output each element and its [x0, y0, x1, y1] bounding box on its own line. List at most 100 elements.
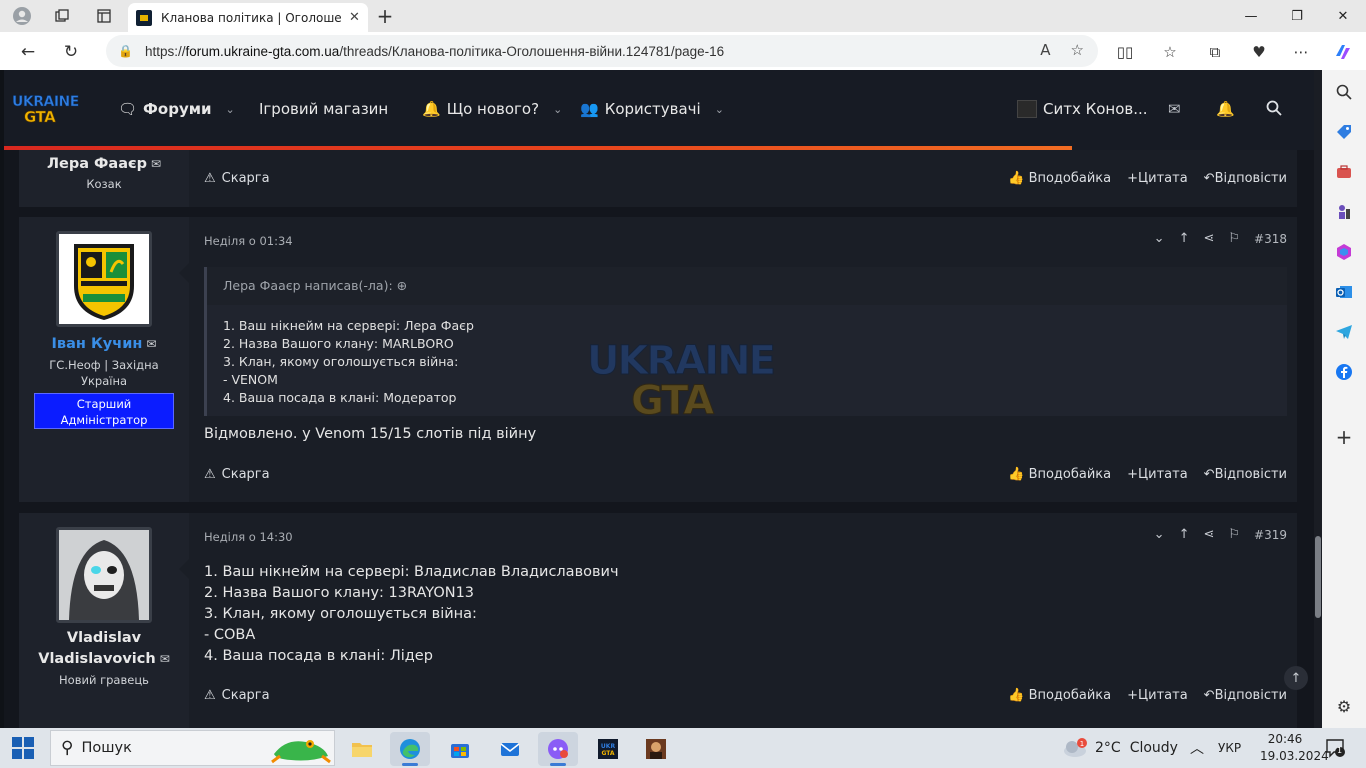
games-chess-icon[interactable] — [1332, 200, 1356, 224]
chevron-down-icon[interactable]: ⌄ — [715, 103, 724, 116]
game-launcher-icon[interactable]: UKR GTA — [588, 732, 628, 766]
lock-icon: 🔒 — [118, 44, 133, 58]
nav-whats-new[interactable]: 🔔 Що нового? ⌄ — [422, 100, 562, 118]
close-icon[interactable]: ✕ — [349, 10, 360, 25]
microsoft-store-icon[interactable] — [440, 732, 480, 766]
report-button[interactable]: ⚠ Скарга — [204, 688, 270, 703]
post-number[interactable]: #319 — [1254, 528, 1287, 542]
minimize-icon[interactable]: — — [1228, 0, 1274, 32]
windows-start-icon[interactable] — [12, 737, 34, 759]
site-logo[interactable]: UKRAINE GTA — [10, 94, 80, 128]
favorites-icon[interactable]: ☆ — [1157, 39, 1183, 65]
discord-icon[interactable] — [538, 732, 578, 766]
report-button[interactable]: ⚠ Скарга — [204, 171, 270, 186]
file-explorer-icon[interactable] — [342, 732, 382, 766]
quote-button[interactable]: +Цитата — [1127, 688, 1188, 703]
copilot-icon[interactable] — [1330, 39, 1356, 65]
address-bar-row: ← ↻ 🔒 https://forum.ukraine-gta.com.ua/t… — [0, 32, 1366, 70]
game-client-icon[interactable] — [636, 732, 676, 766]
post-username-line-2[interactable]: Vladislavovich ✉ — [19, 651, 189, 667]
post-footer: ⚠ Скарга 👍 Вподобайка +Цитата ↶Відповіст… — [204, 464, 1287, 484]
tools-briefcase-icon[interactable] — [1332, 160, 1356, 184]
new-tab-icon[interactable]: + — [373, 4, 397, 28]
avatar[interactable] — [56, 231, 152, 327]
envelope-icon[interactable]: ✉ — [146, 337, 156, 351]
nav-shop[interactable]: Ігровий магазин — [259, 100, 388, 118]
page-scrollbar[interactable] — [1314, 70, 1322, 728]
edge-browser-icon[interactable] — [390, 732, 430, 766]
like-button[interactable]: 👍 Вподобайка — [1008, 467, 1111, 482]
post-username[interactable]: Іван Кучин ✉ — [19, 336, 189, 352]
profile-icon[interactable] — [10, 4, 34, 28]
read-aloud-icon[interactable]: A — [1040, 41, 1050, 59]
close-window-icon[interactable]: ✕ — [1320, 0, 1366, 32]
search-icon[interactable] — [1266, 100, 1282, 120]
share-icon[interactable]: ⋖ — [1203, 231, 1214, 246]
quote-button[interactable]: +Цитата — [1127, 467, 1188, 482]
address-input[interactable]: 🔒 https://forum.ukraine-gta.com.ua/threa… — [106, 35, 1098, 67]
split-screen-icon[interactable]: ▯▯ — [1112, 39, 1138, 65]
nav-members[interactable]: 👥 Користувачі ⌄ — [580, 100, 724, 118]
taskbar-clock[interactable]: 20:46 19.03.2024 — [1260, 731, 1329, 765]
post-username[interactable]: Vladislav — [19, 630, 189, 646]
chevron-down-icon[interactable]: ⌄ — [226, 103, 235, 116]
share-icon[interactable]: ⋖ — [1203, 527, 1214, 542]
tab-actions-icon[interactable] — [92, 4, 116, 28]
like-button[interactable]: 👍 Вподобайка — [1008, 171, 1111, 186]
collections-add-icon[interactable]: ⧉ — [1202, 39, 1228, 65]
more-menu-icon[interactable]: ⋯ — [1288, 39, 1314, 65]
envelope-icon[interactable]: ✉ — [151, 157, 161, 171]
nav-forums[interactable]: 🗨 Форуми ⌄ — [118, 100, 235, 118]
like-button[interactable]: 👍 Вподобайка — [1008, 688, 1111, 703]
reply-button[interactable]: ↶Відповісти — [1204, 688, 1287, 703]
scrollbar-thumb[interactable] — [1315, 536, 1321, 618]
tab-title: Кланова політика | Оголошення війни — [161, 10, 341, 25]
post-date[interactable]: Неділя о 14:30 — [204, 530, 293, 544]
post-number[interactable]: #318 — [1254, 232, 1287, 246]
arrow-up-icon[interactable]: ↑ — [1179, 527, 1190, 542]
favorite-star-icon[interactable]: ☆ — [1071, 41, 1084, 59]
outlook-icon[interactable] — [1332, 280, 1356, 304]
restore-icon[interactable]: ❐ — [1274, 0, 1320, 32]
avatar[interactable] — [56, 527, 152, 623]
add-sidebar-app-icon[interactable]: + — [1332, 425, 1356, 449]
account-menu[interactable]: Ситх Конов... — [1017, 100, 1148, 118]
notification-center-icon[interactable]: 1 — [1324, 737, 1346, 759]
arrow-up-icon[interactable]: ↑ — [1179, 231, 1190, 246]
inbox-icon[interactable]: ✉ — [1168, 100, 1181, 118]
tray-overflow-chevron-up-icon[interactable]: ︿ — [1190, 728, 1204, 768]
chevron-down-circle-icon[interactable]: ⌄ — [1154, 231, 1165, 246]
back-icon[interactable]: ← — [15, 39, 41, 65]
post-username[interactable]: Лера Фааєр ✉ — [19, 156, 189, 172]
bookmark-icon[interactable]: ⚐ — [1228, 231, 1240, 246]
bookmark-icon[interactable]: ⚐ — [1228, 527, 1240, 542]
collections-icon[interactable] — [50, 4, 74, 28]
extensions-icon[interactable]: ♥ — [1246, 39, 1272, 65]
input-language[interactable]: УКР — [1218, 728, 1241, 768]
chevron-down-icon[interactable]: ⌄ — [553, 103, 562, 116]
facebook-icon[interactable] — [1332, 360, 1356, 384]
post-date[interactable]: Неділя о 01:34 — [204, 234, 293, 248]
tab-current[interactable]: Кланова політика | Оголошення війни ✕ — [128, 3, 368, 32]
reply-button[interactable]: ↶Відповісти — [1204, 171, 1287, 186]
shopping-tag-icon[interactable] — [1332, 120, 1356, 144]
report-button[interactable]: ⚠ Скарга — [204, 467, 270, 482]
quote-button[interactable]: +Цитата — [1127, 171, 1188, 186]
mail-icon[interactable] — [490, 732, 530, 766]
quote-author[interactable]: Лера Фааєр написав(-ла): ⊕ — [207, 267, 1287, 305]
alerts-bell-icon[interactable]: 🔔 — [1216, 100, 1235, 118]
search-icon[interactable] — [1332, 80, 1356, 104]
microsoft-365-icon[interactable] — [1332, 240, 1356, 264]
search-highlight-frog-icon — [266, 732, 336, 764]
reply-button[interactable]: ↶Відповісти — [1204, 467, 1287, 482]
settings-gear-icon[interactable]: ⚙ — [1332, 694, 1356, 718]
chevron-down-circle-icon[interactable]: ⌄ — [1154, 527, 1165, 542]
telegram-icon[interactable] — [1332, 320, 1356, 344]
refresh-icon[interactable]: ↻ — [58, 39, 84, 65]
envelope-icon[interactable]: ✉ — [160, 652, 170, 666]
scroll-to-top-button[interactable]: ↑ — [1284, 666, 1308, 690]
nav-shop-label: Ігровий магазин — [259, 100, 389, 118]
weather-widget[interactable]: 1 2°C Cloudy — [1062, 728, 1178, 768]
arrow-up-circle-icon[interactable]: ⊕ — [397, 278, 407, 293]
post-user-panel: Іван Кучин ✉ ГС.Неоф | Західна Україна Ст… — [19, 217, 189, 502]
